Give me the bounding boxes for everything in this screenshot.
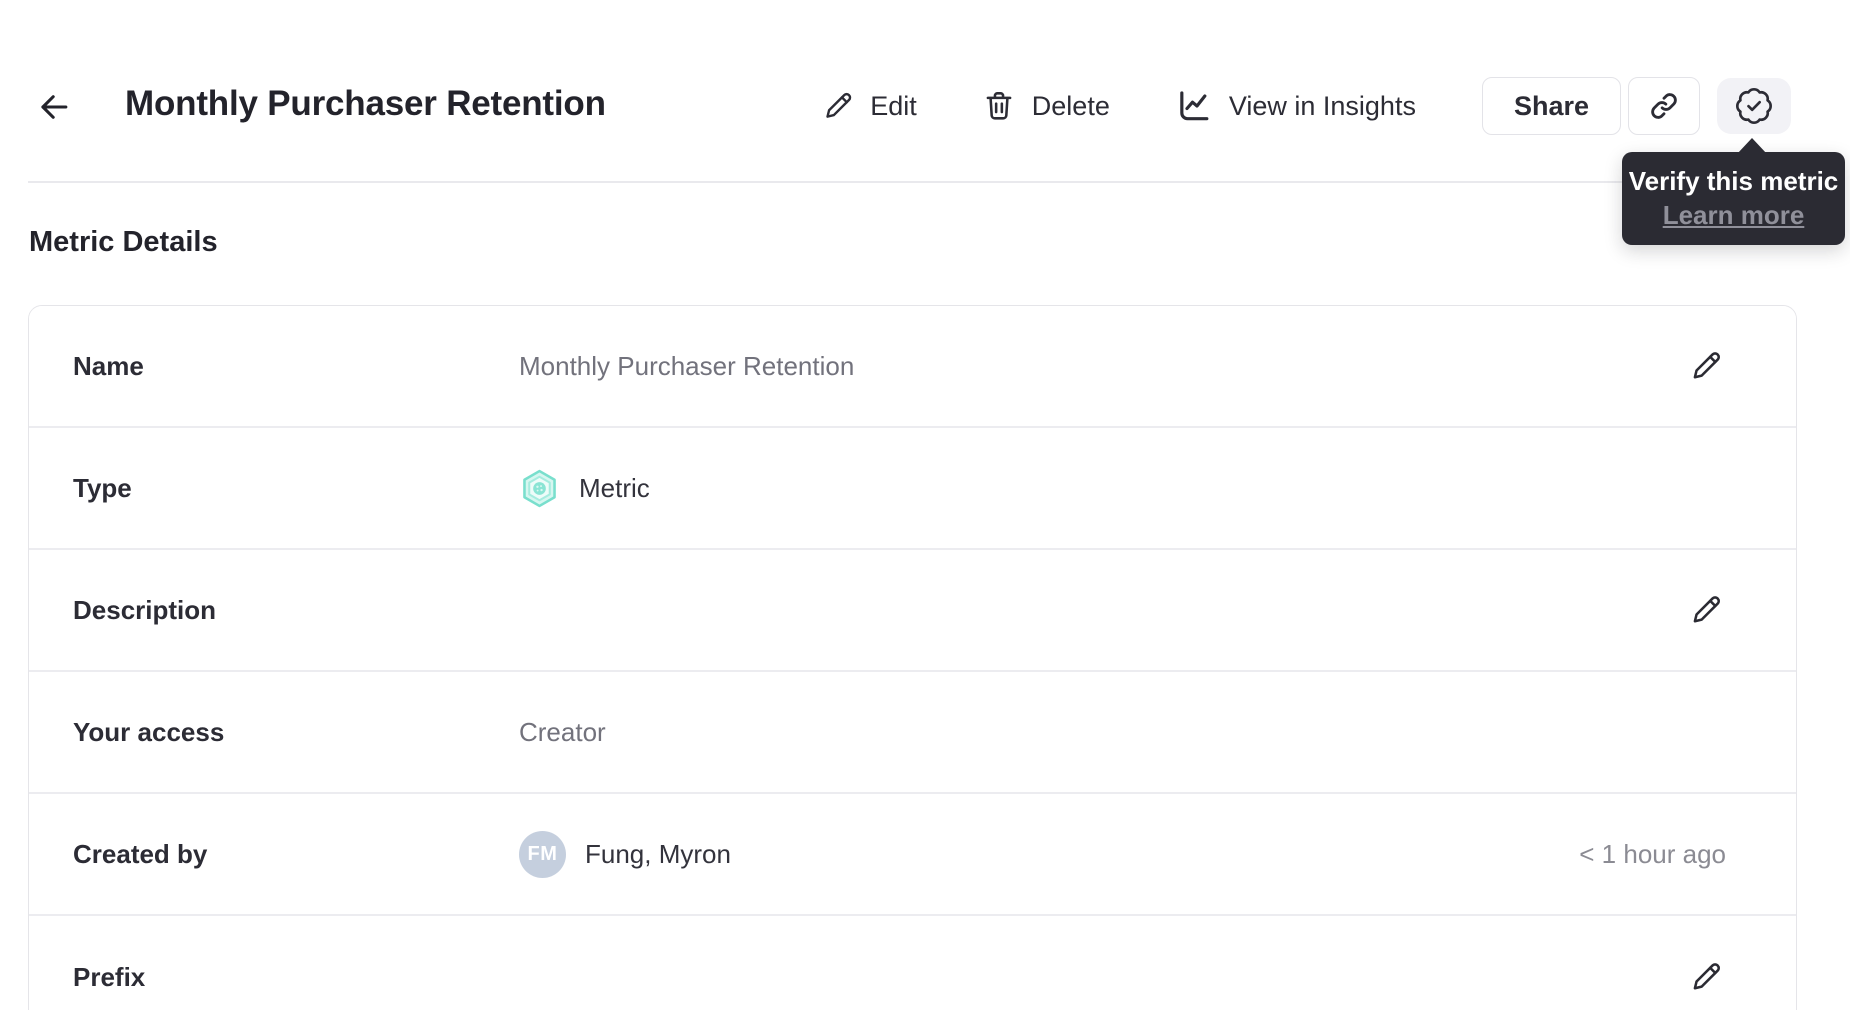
back-button[interactable] (33, 86, 75, 128)
header-actions: Edit Delete View in Insights Share (821, 77, 1791, 135)
verify-metric-button[interactable] (1717, 78, 1791, 134)
metric-detail-page: Monthly Purchaser Retention Edit Delete … (0, 0, 1850, 1010)
header-divider (28, 181, 1822, 183)
row-label: Name (73, 350, 144, 381)
metric-hexagon-icon (519, 468, 560, 509)
section-title: Metric Details (29, 226, 218, 258)
detail-row-name: Name Monthly Purchaser Retention (29, 306, 1796, 428)
detail-row-your-access: Your access Creator (29, 672, 1796, 794)
name-value: Monthly Purchaser Retention (519, 350, 855, 381)
tooltip-title: Verify this metric (1628, 166, 1839, 196)
delete-button[interactable]: Delete (981, 88, 1110, 124)
arrow-left-icon (35, 88, 73, 126)
row-label: Your access (73, 716, 225, 747)
share-button-group: Share (1481, 77, 1700, 135)
created-by-group: FM Fung, Myron (519, 830, 731, 878)
pencil-icon (1688, 592, 1724, 628)
edit-button[interactable]: Edit (821, 89, 917, 123)
your-access-value: Creator (519, 716, 606, 747)
link-icon (1647, 89, 1681, 123)
pencil-icon (1688, 959, 1724, 995)
pencil-icon (821, 89, 855, 123)
row-label: Type (73, 472, 132, 503)
tooltip-arrow (1737, 138, 1767, 154)
view-in-insights-label: View in Insights (1228, 90, 1416, 121)
trash-icon (981, 88, 1017, 124)
copy-link-button[interactable] (1628, 77, 1700, 135)
share-label: Share (1513, 90, 1589, 121)
verify-tooltip: Verify this metric Learn more (1622, 138, 1845, 245)
row-label: Description (73, 594, 217, 625)
detail-row-type: Type Metric (29, 428, 1796, 550)
detail-row-prefix: Prefix (29, 916, 1796, 1010)
line-chart-icon (1174, 86, 1214, 126)
type-value: Metric (579, 472, 650, 503)
share-button[interactable]: Share (1481, 77, 1621, 135)
row-label: Prefix (73, 961, 146, 992)
edit-name-button[interactable] (1686, 346, 1726, 386)
edit-label: Edit (870, 90, 917, 121)
metric-details-card: Name Monthly Purchaser Retention Type Me… (28, 305, 1797, 1010)
avatar: FM (519, 830, 566, 878)
detail-row-description: Description (29, 550, 1796, 672)
delete-label: Delete (1031, 90, 1110, 121)
row-label: Created by (73, 838, 208, 869)
edit-description-button[interactable] (1686, 590, 1726, 630)
type-value-group: Metric (519, 468, 650, 509)
view-in-insights-button[interactable]: View in Insights (1174, 86, 1416, 126)
detail-row-created-by: Created by FM Fung, Myron < 1 hour ago (29, 794, 1796, 916)
created-by-value: Fung, Myron (585, 838, 731, 869)
page-title: Monthly Purchaser Retention (125, 84, 606, 123)
edit-prefix-button[interactable] (1686, 957, 1726, 997)
learn-more-link[interactable]: Learn more (1663, 200, 1805, 231)
pencil-icon (1688, 348, 1724, 384)
created-time: < 1 hour ago (1579, 838, 1726, 869)
verified-seal-icon (1734, 86, 1774, 126)
